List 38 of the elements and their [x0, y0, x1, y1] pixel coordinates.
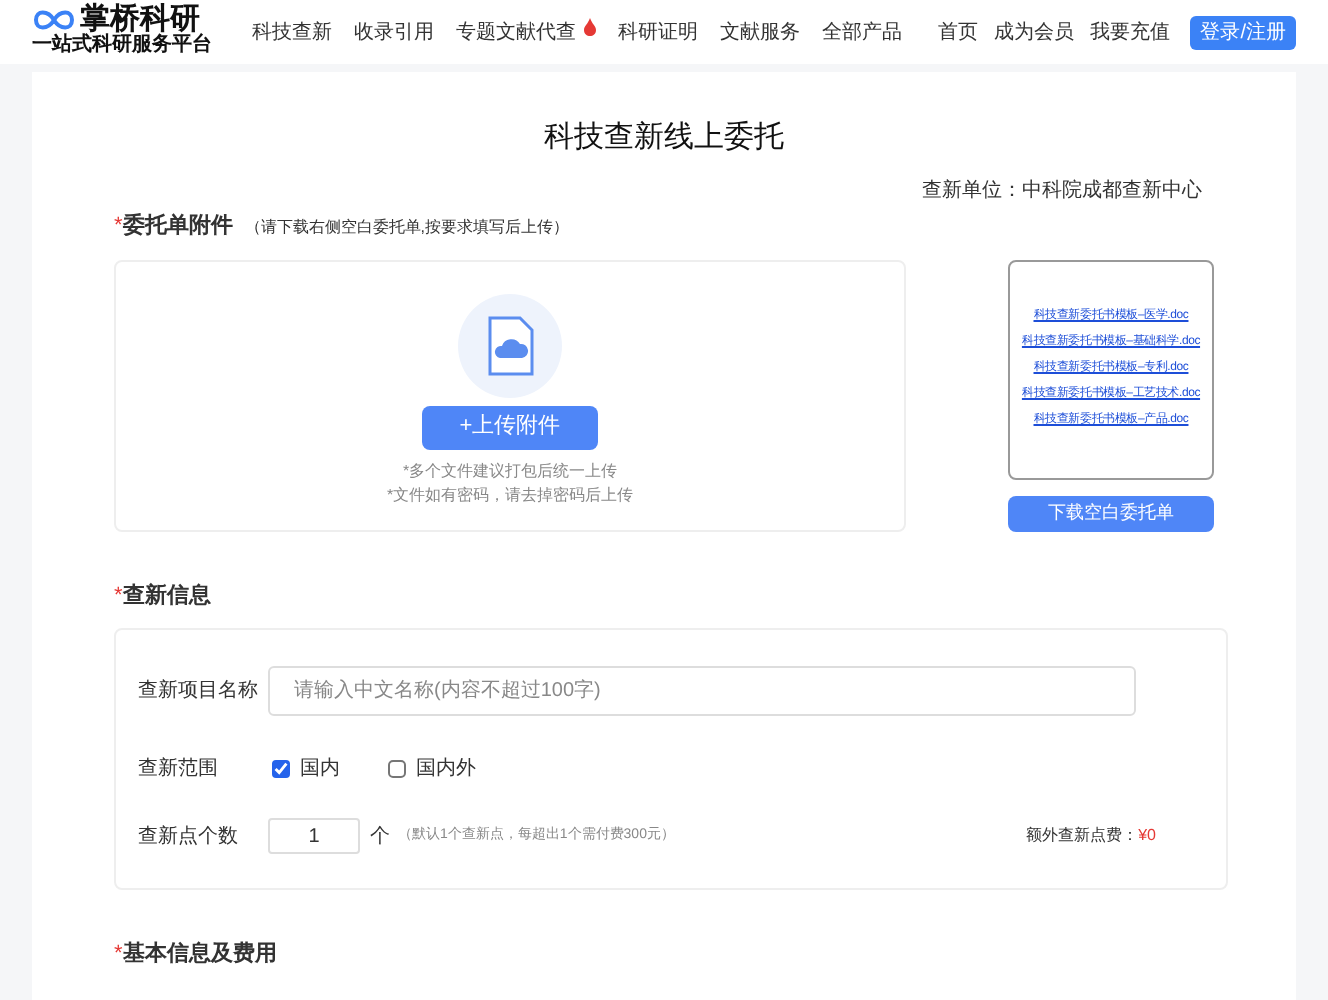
file-upload-icon [458, 293, 562, 397]
infinity-logo-icon [32, 7, 76, 32]
nav-link[interactable]: 全部产品 [822, 17, 902, 47]
nav-link[interactable]: 科研证明 [618, 17, 698, 47]
logo-tagline: 一站式科研服务平台 [32, 34, 214, 60]
upload-note: *文件如有密码，请去掉密码后上传 [386, 483, 634, 507]
page-title: 科技查新线上委托 [542, 118, 786, 158]
section-hint: （请下载右侧空白委托单,按要求填写后上传） [244, 216, 570, 240]
section-heading: 查新信息 [122, 581, 211, 611]
field-label: 查新项目名称 [138, 677, 260, 706]
agency-label: 查新单位：中科院成都查新中心 [922, 177, 1202, 206]
required-mark: * [114, 581, 123, 611]
field-label: 查新范围 [138, 755, 220, 783]
login-register-button[interactable]: 登录/注册 [1190, 15, 1296, 49]
nav-link[interactable]: 专题文献代查 [456, 17, 576, 47]
header-link[interactable]: 成为会员 [994, 17, 1075, 47]
logo-name: 掌桥科研 [80, 4, 200, 35]
nav-link[interactable]: 科技查新 [252, 17, 332, 47]
extra-fee-value: ¥0 [1138, 824, 1156, 848]
field-label: 查新点个数 [138, 823, 240, 851]
section-heading: 基本信息及费用 [122, 939, 277, 970]
upload-note: *多个文件建议打包后统一上传 [402, 459, 618, 483]
extra-fee-label: 额外查新点费： [1026, 824, 1139, 848]
nav-link[interactable]: 文献服务 [720, 17, 800, 47]
unit-label: 个 [370, 823, 390, 851]
checkbox-label: 国内外 [416, 755, 476, 783]
checkbox-label: 国内 [300, 755, 340, 783]
project-name-input[interactable]: 请输入中文名称(内容不超过100字) [268, 666, 1136, 716]
count-input[interactable]: 1 [268, 818, 360, 854]
upload-area[interactable]: +上传附件 *多个文件建议打包后统一上传 *文件如有密码，请去掉密码后上传 [114, 259, 906, 531]
header-link[interactable]: 我要充值 [1090, 17, 1171, 47]
scope-checkbox[interactable] [272, 759, 290, 777]
scope-checkbox[interactable] [388, 759, 406, 777]
header-link[interactable]: 首页 [938, 17, 979, 47]
required-mark: * [114, 212, 123, 242]
section-heading: 委托单附件 [122, 211, 233, 242]
nav-link[interactable]: 收录引用 [354, 17, 434, 47]
required-mark: * [114, 940, 123, 970]
